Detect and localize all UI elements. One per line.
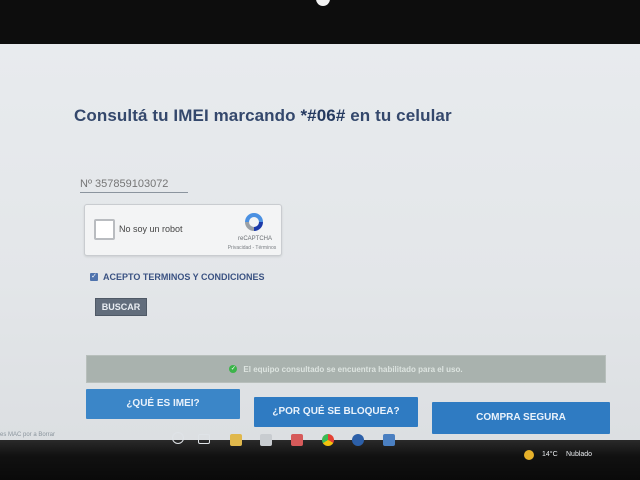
task-view-icon[interactable] <box>198 434 210 444</box>
title-prefix: Consultá tu IMEI marcando <box>74 106 301 125</box>
search-button[interactable]: BUSCAR <box>95 298 147 316</box>
captcha-brand: reCAPTCHA <box>237 236 272 242</box>
footer-note: es MAC por a Borrar <box>0 432 56 438</box>
chrome-icon[interactable] <box>322 434 334 446</box>
app-icon-2[interactable] <box>383 434 395 446</box>
status-banner: ✓ El equipo consultado se encuentra habi… <box>86 355 606 383</box>
title-code: *#06# <box>300 106 346 125</box>
folder-icon[interactable] <box>230 434 242 446</box>
safe-purchase-button[interactable]: COMPRA SEGURA <box>432 402 610 434</box>
page-screen: Consultá tu IMEI marcando *#06# en tu ce… <box>0 44 640 440</box>
why-blocked-button[interactable]: ¿POR QUÉ SE BLOQUEA? <box>254 397 418 427</box>
weather-desc: Nublado <box>566 451 593 458</box>
recaptcha-widget: No soy un robot reCAPTCHA Privacidad - T… <box>84 204 282 256</box>
store-icon[interactable] <box>260 434 272 446</box>
weather-sun-icon <box>524 450 534 460</box>
taskbar: 14°C Nublado <box>0 432 640 466</box>
weather-temp: 14°C <box>542 451 558 458</box>
search-circle-icon[interactable] <box>172 432 184 444</box>
terms-row[interactable]: ✓ ACEPTO TERMINOS Y CONDICIONES <box>90 272 265 282</box>
status-message: El equipo consultado se encuentra habili… <box>243 364 463 374</box>
media-player-icon[interactable] <box>352 434 364 446</box>
check-circle-icon: ✓ <box>229 365 238 373</box>
webcam <box>316 0 330 6</box>
app-icon[interactable] <box>291 434 303 446</box>
captcha-links[interactable]: Privacidad - Términos <box>222 245 282 251</box>
imei-input[interactable] <box>80 176 188 193</box>
recaptcha-logo-icon <box>245 213 263 231</box>
page-title: Consultá tu IMEI marcando *#06# en tu ce… <box>74 106 452 126</box>
monitor-top-bezel <box>0 0 640 44</box>
terms-checkbox[interactable]: ✓ <box>90 273 98 281</box>
captcha-checkbox[interactable] <box>94 219 115 240</box>
what-is-imei-button[interactable]: ¿QUÉ ES IMEI? <box>86 389 240 419</box>
terms-label: ACEPTO TERMINOS Y CONDICIONES <box>103 272 265 282</box>
captcha-label: No soy un robot <box>119 224 183 234</box>
title-suffix: en tu celular <box>345 106 452 125</box>
